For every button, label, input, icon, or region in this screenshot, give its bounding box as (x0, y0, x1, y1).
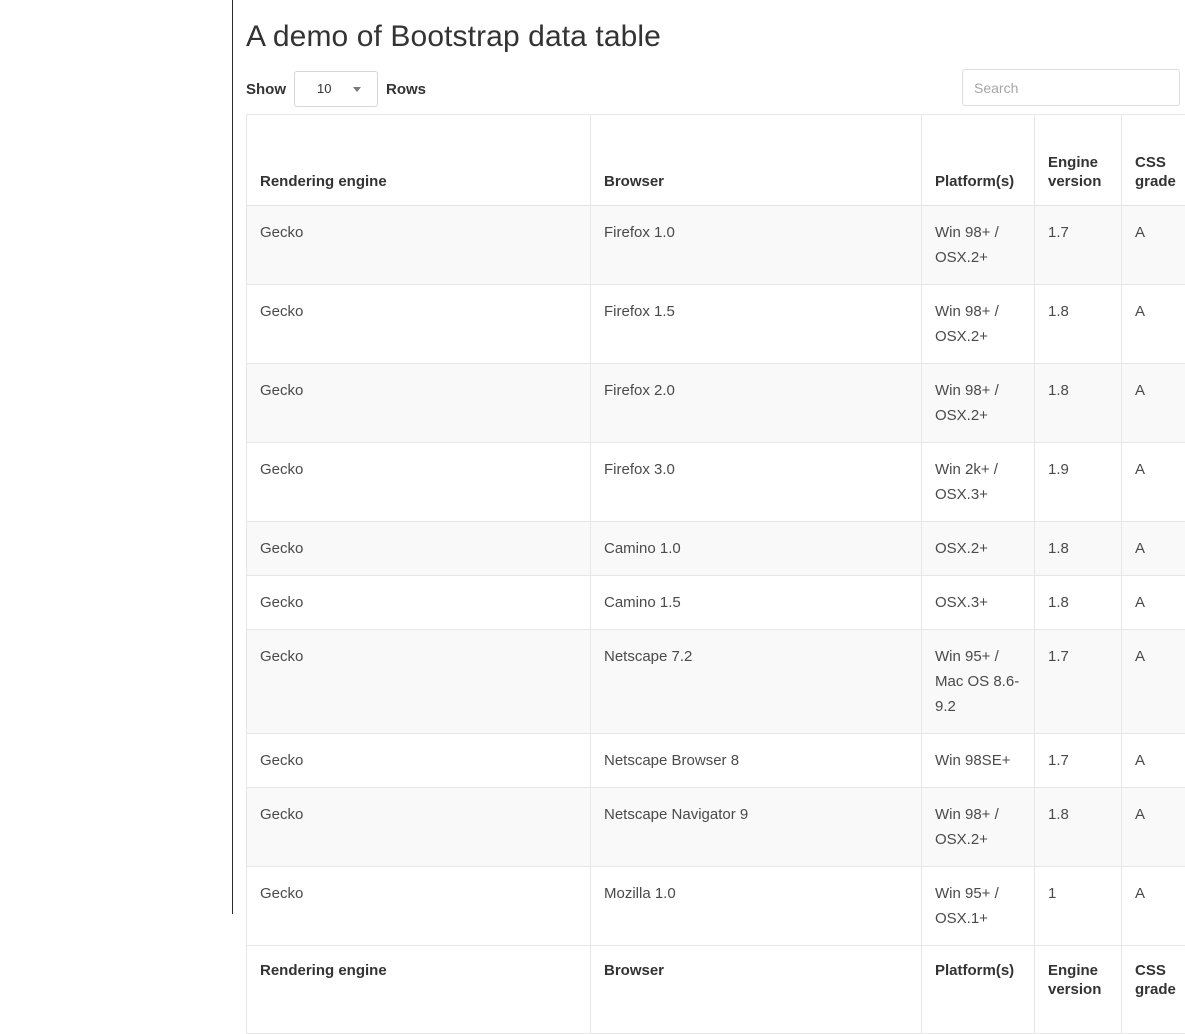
cell-css-grade: A (1122, 285, 1185, 364)
page-length-select[interactable]: 10 (294, 71, 378, 107)
footer-column-rendering-engine: Rendering engine (247, 946, 591, 1034)
table-row[interactable]: Gecko Netscape Navigator 9 Win 98+ / OSX… (247, 788, 1185, 867)
cell-rendering-engine: Gecko (247, 522, 591, 576)
cell-engine-version: 1.7 (1035, 630, 1122, 734)
cell-platform: Win 2k+ / OSX.3+ (922, 443, 1035, 522)
cell-css-grade: A (1122, 364, 1185, 443)
footer-column-platform: Platform(s) (922, 946, 1035, 1034)
cell-platform: Win 95+ / OSX.1+ (922, 867, 1035, 946)
rows-label: Rows (386, 81, 426, 98)
cell-engine-version: 1.7 (1035, 206, 1122, 285)
table-row[interactable]: Gecko Mozilla 1.0 Win 95+ / OSX.1+ 1 A (247, 867, 1185, 946)
cell-rendering-engine: Gecko (247, 364, 591, 443)
cell-engine-version: 1.7 (1035, 734, 1122, 788)
content-area: A demo of Bootstrap data table Show 10 R… (234, 0, 1185, 914)
cell-rendering-engine: Gecko (247, 788, 591, 867)
cell-browser: Netscape Browser 8 (591, 734, 922, 788)
cell-platform: Win 98+ / OSX.2+ (922, 206, 1035, 285)
table-foot: Rendering engine Browser Platform(s) Eng… (247, 946, 1185, 1034)
search-input[interactable] (962, 69, 1180, 106)
table-row[interactable]: Gecko Firefox 1.5 Win 98+ / OSX.2+ 1.8 A (247, 285, 1185, 364)
table-body: Gecko Firefox 1.0 Win 98+ / OSX.2+ 1.7 A… (247, 206, 1185, 946)
cell-engine-version: 1 (1035, 867, 1122, 946)
footer-column-css-grade: CSS grade (1122, 946, 1185, 1034)
search-control (962, 69, 1180, 106)
cell-rendering-engine: Gecko (247, 867, 591, 946)
table-header-row: Rendering engine Browser Platform(s) Eng… (247, 115, 1185, 206)
cell-platform: OSX.3+ (922, 576, 1035, 630)
cell-rendering-engine: Gecko (247, 734, 591, 788)
data-table: Rendering engine Browser Platform(s) Eng… (246, 114, 1185, 1034)
table-controls: Show 10 Rows (246, 66, 1185, 112)
cell-rendering-engine: Gecko (247, 443, 591, 522)
table-row[interactable]: Gecko Netscape 7.2 Win 95+ / Mac OS 8.6-… (247, 630, 1185, 734)
cell-css-grade: A (1122, 522, 1185, 576)
table-row[interactable]: Gecko Firefox 1.0 Win 98+ / OSX.2+ 1.7 A (247, 206, 1185, 285)
column-header-css-grade[interactable]: CSS grade (1122, 115, 1185, 206)
table-footer-row: Rendering engine Browser Platform(s) Eng… (247, 946, 1185, 1034)
cell-rendering-engine: Gecko (247, 285, 591, 364)
table-row[interactable]: Gecko Camino 1.5 OSX.3+ 1.8 A (247, 576, 1185, 630)
cell-css-grade: A (1122, 576, 1185, 630)
cell-engine-version: 1.8 (1035, 788, 1122, 867)
cell-engine-version: 1.8 (1035, 522, 1122, 576)
cell-browser: Netscape 7.2 (591, 630, 922, 734)
cell-platform: Win 98+ / OSX.2+ (922, 788, 1035, 867)
cell-engine-version: 1.9 (1035, 443, 1122, 522)
cell-engine-version: 1.8 (1035, 364, 1122, 443)
left-gutter (0, 0, 233, 914)
page-root: A demo of Bootstrap data table Show 10 R… (0, 0, 1185, 914)
cell-css-grade: A (1122, 443, 1185, 522)
cell-browser: Firefox 2.0 (591, 364, 922, 443)
cell-platform: Win 98SE+ (922, 734, 1035, 788)
cell-browser: Firefox 1.5 (591, 285, 922, 364)
cell-browser: Netscape Navigator 9 (591, 788, 922, 867)
cell-platform: OSX.2+ (922, 522, 1035, 576)
cell-css-grade: A (1122, 206, 1185, 285)
column-header-rendering-engine[interactable]: Rendering engine (247, 115, 591, 206)
table-row[interactable]: Gecko Camino 1.0 OSX.2+ 1.8 A (247, 522, 1185, 576)
cell-platform: Win 98+ / OSX.2+ (922, 364, 1035, 443)
cell-browser: Camino 1.5 (591, 576, 922, 630)
cell-platform: Win 95+ / Mac OS 8.6-9.2 (922, 630, 1035, 734)
cell-browser: Camino 1.0 (591, 522, 922, 576)
cell-css-grade: A (1122, 867, 1185, 946)
table-row[interactable]: Gecko Netscape Browser 8 Win 98SE+ 1.7 A (247, 734, 1185, 788)
cell-browser: Mozilla 1.0 (591, 867, 922, 946)
footer-column-browser: Browser (591, 946, 922, 1034)
cell-browser: Firefox 3.0 (591, 443, 922, 522)
table-head: Rendering engine Browser Platform(s) Eng… (247, 115, 1185, 206)
column-header-browser[interactable]: Browser (591, 115, 922, 206)
column-header-engine-version[interactable]: Engine version (1035, 115, 1122, 206)
cell-platform: Win 98+ / OSX.2+ (922, 285, 1035, 364)
cell-rendering-engine: Gecko (247, 576, 591, 630)
footer-column-engine-version: Engine version (1035, 946, 1122, 1034)
cell-engine-version: 1.8 (1035, 285, 1122, 364)
cell-rendering-engine: Gecko (247, 630, 591, 734)
cell-css-grade: A (1122, 630, 1185, 734)
cell-rendering-engine: Gecko (247, 206, 591, 285)
table-row[interactable]: Gecko Firefox 2.0 Win 98+ / OSX.2+ 1.8 A (247, 364, 1185, 443)
cell-css-grade: A (1122, 734, 1185, 788)
cell-engine-version: 1.8 (1035, 576, 1122, 630)
table-row[interactable]: Gecko Firefox 3.0 Win 2k+ / OSX.3+ 1.9 A (247, 443, 1185, 522)
column-header-platform[interactable]: Platform(s) (922, 115, 1035, 206)
show-label: Show (246, 81, 286, 98)
cell-browser: Firefox 1.0 (591, 206, 922, 285)
cell-css-grade: A (1122, 788, 1185, 867)
page-length-select-wrapper[interactable]: 10 (294, 71, 378, 107)
page-title: A demo of Bootstrap data table (246, 0, 1185, 56)
